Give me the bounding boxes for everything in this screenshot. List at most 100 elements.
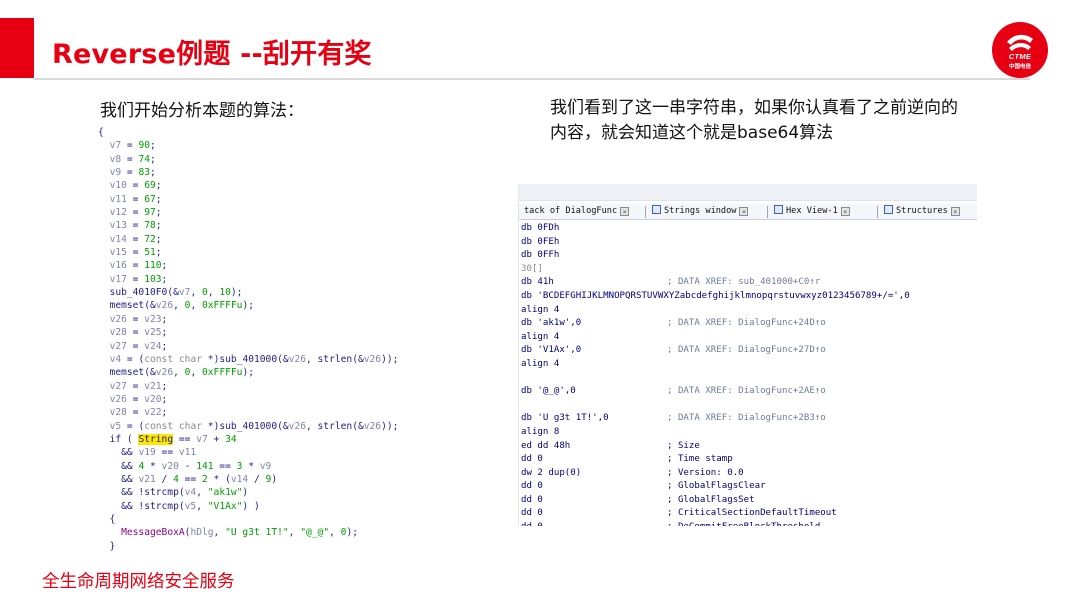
ida-comment: ; DATA XREF: sub_401000+C0↑r	[667, 277, 821, 288]
ida-comment: ; Version: 0.0	[667, 467, 744, 478]
code-line: v28 = v22;	[109, 407, 168, 419]
ida-line: dd 0 ; GlobalFlagsClear	[521, 480, 910, 494]
ida-line	[521, 372, 910, 386]
code-line: v10 = 69;	[109, 180, 162, 192]
title-divider	[34, 78, 1030, 80]
ida-code: db '@_@',0	[521, 386, 576, 397]
code-line: v15 = 51;	[109, 247, 162, 259]
ida-code: dd 0	[521, 454, 543, 465]
ida-line: db 'ak1w',0 ; DATA XREF: DialogFunc+24D↑o	[521, 317, 910, 331]
code-line: v12 = 97;	[109, 207, 162, 219]
tab-separator	[767, 206, 768, 218]
ida-line: db 'BCDEFGHIJKLMNOPQRSTUVWXYZabcdefghijk…	[521, 290, 910, 304]
code-line: {	[98, 127, 104, 138]
code-line: memset(&v26, 0, 0xFFFFu);	[98, 300, 254, 312]
close-tab-icon[interactable]: ×	[620, 207, 630, 216]
ida-tab-label: Structures	[896, 206, 948, 216]
code-line: MessageBoxA(hDlg, "U g3t 1T!", "@_@", 0)…	[121, 527, 359, 539]
ida-code: db 41h	[521, 277, 554, 288]
ida-tab-label: Strings window	[664, 206, 737, 216]
ida-tab-hex-view-1[interactable]: Hex View-1 ×	[771, 204, 853, 220]
ida-code: db 0FDh	[521, 223, 560, 233]
ida-tab-label: tack of DialogFunc	[524, 206, 618, 216]
ida-line: ed dd 48h ; Size	[521, 440, 910, 454]
ida-code: dd 0	[521, 508, 543, 519]
ida-code: align 4	[521, 304, 560, 315]
code-line: v4 = (const char *)sub_401000(&v26, strl…	[109, 353, 399, 365]
code-line: && 4 * v20 - 141 == 3 * v9	[98, 460, 272, 472]
ida-line: dd 0 ; Time stamp	[521, 453, 910, 467]
ida-code: dd 0	[521, 481, 543, 492]
slide-title: Reverse例题 --刮开有奖	[52, 39, 372, 70]
ida-line: db 'V1Ax',0 ; DATA XREF: DialogFunc+27D↑o	[521, 344, 910, 358]
ida-line: align 4	[521, 304, 910, 318]
close-tab-icon[interactable]: ×	[840, 207, 850, 216]
code-line: && !strcmp(v4, "ak1w")	[98, 487, 249, 499]
code-line: v8 = 74;	[109, 153, 156, 165]
code-line: v13 = 78;	[109, 220, 162, 232]
ida-code: dw 2 dup(0)	[521, 467, 582, 478]
ida-code: align 8	[521, 426, 560, 437]
ida-code: db 'V1Ax',0	[521, 345, 582, 356]
ida-tab-structures[interactable]: Structures ×	[881, 204, 963, 220]
ida-code: db 'BCDEFGHIJKLMNOPQRSTUVWXYZabcdefghijk…	[521, 290, 910, 301]
ida-code: dd 0	[521, 522, 543, 526]
ida-code: 30[]	[521, 263, 543, 274]
ida-code: ed dd 48h	[521, 440, 571, 451]
ida-line: dw 2 dup(0) ; Version: 0.0	[521, 467, 910, 481]
ida-line: 30[]	[521, 263, 910, 277]
ida-code: db 0FEh	[521, 236, 560, 247]
code-line: memset(&v26, 0, 0xFFFFu);	[98, 367, 254, 379]
ida-line: db 0FEh	[521, 236, 910, 250]
code-line: v9 = 83;	[109, 167, 156, 179]
ida-line	[521, 399, 910, 413]
ida-line: dd 0 ; DeCommitFreeBlockThreshold	[521, 521, 910, 526]
decompiled-code-block: { v7 = 90; v8 = 74; v9 = 83; v10 = 69; v…	[98, 126, 398, 553]
ida-code: align 4	[521, 331, 560, 342]
ida-line: db 0FDh	[521, 222, 910, 236]
code-line: v11 = 67;	[109, 193, 162, 205]
ida-tab-label: Hex View-1	[786, 206, 838, 216]
ida-comment: ; Size	[667, 440, 700, 451]
ida-tab-bar: tack of DialogFunc × Strings window × Hex Vi…	[519, 204, 977, 220]
code-line: v27 = v21;	[109, 380, 168, 392]
code-line: && v19 == v11	[98, 447, 197, 459]
code-line: }	[98, 540, 116, 552]
tab-separator	[877, 206, 878, 218]
code-line: v26 = v23;	[109, 313, 168, 325]
ida-code: align 4	[521, 358, 560, 369]
code-line: v27 = v24;	[109, 340, 168, 352]
logo-subtext: 中国电信	[1008, 64, 1031, 70]
ida-line: db 0FFh	[521, 249, 910, 263]
ida-line: align 4	[521, 358, 910, 372]
tab-separator	[645, 206, 646, 218]
ida-tab-strings-window[interactable]: Strings window ×	[649, 204, 751, 220]
code-line: && v21 / 4 == 2 * (v14 / 9)	[98, 473, 278, 485]
ida-line: dd 0 ; CriticalSectionDefaultTimeout	[521, 507, 910, 521]
ida-line: align 8	[521, 426, 910, 440]
ida-comment: ; DATA XREF: DialogFunc+24D↑o	[667, 318, 826, 329]
code-line: v5 = (const char *)sub_401000(&v26, strl…	[109, 420, 399, 432]
right-explanation: 我们看到了这一串字符串，如果你认真看了之前逆向的内容，就会知道这个就是base6…	[550, 98, 958, 143]
ida-comment: ; GlobalFlagsSet	[667, 494, 755, 505]
ida-disassembly-view: tack of DialogFunc × Strings window × Hex Vi…	[518, 184, 977, 526]
ida-line: db '@_@',0 ; DATA XREF: DialogFunc+2AE↑o	[521, 385, 910, 399]
code-line: v14 = 72;	[109, 233, 162, 245]
ida-comment: ; DATA XREF: DialogFunc+2AE↑o	[667, 386, 826, 397]
ida-listing: db 0FDh db 0FEh db 0FFh 30[] db 41h ; DATA XR…	[521, 222, 910, 526]
ctme-logo: CTME 中国电信	[992, 22, 1048, 78]
ida-comment: ; DATA XREF: DialogFunc+27D↑o	[667, 345, 826, 356]
ida-line: db 'U g3t 1T!',0 ; DATA XREF: DialogFunc+…	[521, 412, 910, 426]
structures-icon	[884, 205, 893, 214]
ida-code: db 0FFh	[521, 250, 560, 261]
close-tab-icon[interactable]: ×	[739, 207, 749, 216]
ida-comment: ; Time stamp	[667, 454, 733, 465]
ida-tab-tack-of-dialogfunc[interactable]: tack of DialogFunc ×	[521, 204, 632, 220]
ida-comment: ; CriticalSectionDefaultTimeout	[667, 508, 837, 519]
ida-code: db 'ak1w',0	[521, 318, 582, 329]
code-line: v17 = 103;	[109, 273, 168, 285]
code-line: v28 = v25;	[109, 327, 168, 339]
ida-comment: ; DeCommitFreeBlockThreshold	[667, 521, 820, 526]
code-line: {	[98, 513, 116, 525]
close-tab-icon[interactable]: ×	[950, 207, 960, 216]
